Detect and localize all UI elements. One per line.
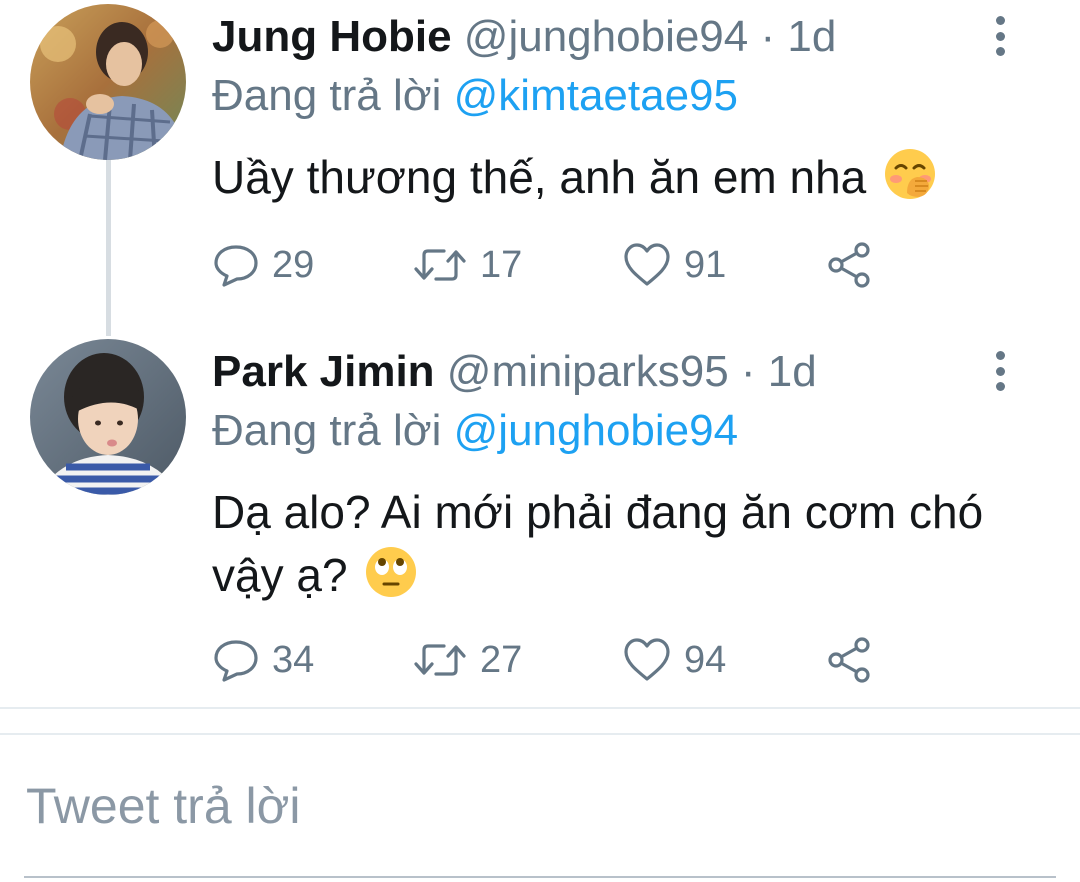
avatar[interactable]	[30, 339, 186, 495]
like-button[interactable]: 91	[622, 240, 726, 290]
retweet-count: 17	[480, 243, 523, 286]
divider	[0, 707, 1080, 709]
reply-input-underline	[24, 876, 1056, 878]
share-button[interactable]	[826, 240, 874, 290]
tweet-text-content: Dạ alo? Ai mới phải đang ăn cơm chó vậy …	[212, 486, 984, 601]
replying-label: Đang trả lời	[212, 71, 442, 120]
reply-icon	[214, 245, 258, 287]
timestamp[interactable]: 1d	[768, 347, 817, 396]
share-icon	[828, 637, 870, 683]
tweet[interactable]: Jung Hobie @junghobie94 · 1d Đang trả lờ…	[0, 0, 1080, 330]
tweet-actions: 29 17 91	[212, 240, 912, 290]
separator-dot: ·	[740, 347, 756, 396]
display-name[interactable]: Park Jimin	[212, 347, 435, 396]
like-count: 91	[684, 243, 727, 286]
reply-tweet-input[interactable]	[26, 775, 1056, 837]
retweet-icon	[414, 249, 466, 281]
reply-icon	[214, 640, 258, 682]
divider	[0, 733, 1080, 735]
tweet-actions: 34 27 94	[212, 635, 912, 685]
avatar[interactable]	[30, 4, 186, 160]
timestamp[interactable]: 1d	[787, 12, 836, 61]
share-button[interactable]	[826, 635, 874, 685]
like-count: 94	[684, 638, 727, 681]
display-name[interactable]: Jung Hobie	[212, 12, 452, 61]
tweet-header: Park Jimin @miniparks95 · 1d	[212, 347, 817, 397]
like-button[interactable]: 94	[622, 635, 726, 685]
retweet-button[interactable]: 27	[412, 635, 522, 685]
heart-icon	[624, 243, 670, 286]
retweet-count: 27	[480, 638, 523, 681]
reply-button[interactable]: 29	[212, 240, 314, 290]
tweet-text-content: Uầy thương thế, anh ăn em nha	[212, 151, 867, 203]
share-icon	[828, 242, 870, 288]
replying-label: Đang trả lời	[212, 406, 442, 455]
user-handle[interactable]: @junghobie94	[464, 12, 748, 61]
retweet-icon	[414, 644, 466, 676]
reply-count: 29	[272, 243, 315, 286]
mention-link[interactable]: @junghobie94	[454, 406, 738, 455]
hand-over-mouth-emoji	[885, 149, 936, 199]
reply-button[interactable]: 34	[212, 635, 314, 685]
reply-count: 34	[272, 638, 315, 681]
tweet[interactable]: Park Jimin @miniparks95 · 1d Đang trả lờ…	[0, 335, 1080, 705]
heart-icon	[624, 638, 670, 681]
replying-to: Đang trả lời @junghobie94	[212, 406, 738, 456]
more-options-icon[interactable]	[988, 16, 1012, 56]
tweet-header: Jung Hobie @junghobie94 · 1d	[212, 12, 836, 62]
retweet-button[interactable]: 17	[412, 240, 522, 290]
more-options-icon[interactable]	[988, 351, 1012, 391]
tweet-text: Dạ alo? Ai mới phải đang ăn cơm chó vậy …	[212, 481, 1012, 607]
tweet-text: Uầy thương thế, anh ăn em nha	[212, 146, 1012, 209]
user-handle[interactable]: @miniparks95	[447, 347, 729, 396]
rolling-eyes-emoji	[366, 547, 417, 597]
mention-link[interactable]: @kimtaetae95	[454, 71, 738, 120]
replying-to: Đang trả lời @kimtaetae95	[212, 71, 738, 121]
separator-dot: ·	[760, 12, 776, 61]
